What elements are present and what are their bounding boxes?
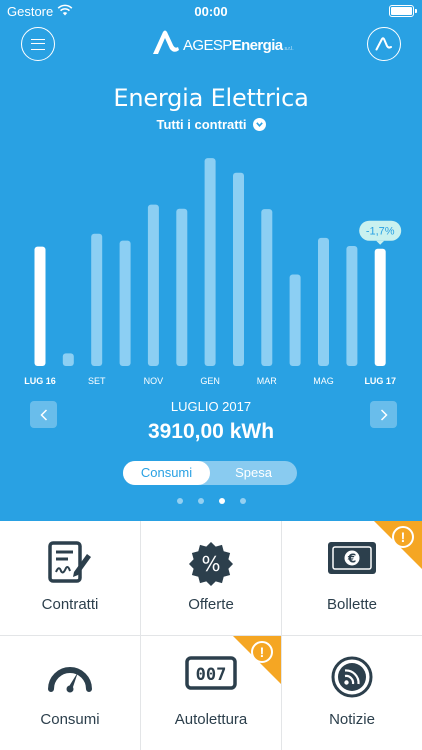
grid-divider [0,635,422,636]
percent-badge-icon: % [189,542,233,586]
status-bar: Gestore 00:00 [0,0,422,22]
page-dot[interactable] [176,498,183,504]
rss-feed-icon [331,656,373,698]
chart-bar[interactable] [176,208,188,366]
contract-selector-label: Tutti i contratti [156,117,247,132]
page-title: Energia Elettrica [113,84,309,112]
tile-consumi[interactable]: Consumi [0,636,140,750]
page-dot[interactable] [239,498,246,504]
chart-bar[interactable] [204,158,216,366]
clock: 00:00 [194,4,228,19]
brand-name-agesp: AGESP [183,37,232,54]
page-dot[interactable] [197,498,204,504]
chart-tick-label: NOV [144,376,164,386]
meter-counter-icon: 007 [185,656,237,690]
spending-tab[interactable]: Spesa [210,461,297,485]
svg-text:007: 007 [196,665,227,685]
chart-bar[interactable] [289,274,301,367]
brand-suffix: s.r.l. [284,46,294,52]
tile-label: Contratti [41,596,99,613]
chart-bar[interactable] [91,233,103,366]
change-badge-label: -1,7% [366,226,395,238]
hamburger-menu-icon [31,38,45,50]
chart-bar[interactable] [119,240,131,366]
tile-label: Consumi [40,711,100,728]
chart-bar[interactable] [374,248,386,366]
agesp-home-button[interactable] [367,27,401,61]
selected-period: LUGLIO 2017 [170,399,252,414]
chevron-down-icon [252,118,266,131]
chart-bar[interactable] [62,353,74,366]
tile-label: Notizie [329,711,375,728]
svg-text:%: % [201,552,220,576]
chart-tick-label: LUG 17 [364,376,396,386]
chart-bar[interactable] [261,209,273,366]
tile-offerte[interactable]: % Offerte [141,521,281,635]
brand-name-energia: Energia [231,37,283,54]
tile-autolettura[interactable]: 007 Autolettura ! [141,636,281,750]
chart-bar[interactable] [346,246,358,366]
tile-label: Bollette [326,596,378,613]
contract-signature-icon [48,541,91,583]
chart-tick-label: MAG [313,376,334,386]
agesp-logo-icon [375,37,392,51]
battery-icon [389,5,417,17]
chart-tick-label: LUG 16 [24,376,56,386]
brand-logo: AGESPEnergia s.r.l. [150,28,294,60]
page-indicator[interactable] [0,498,422,504]
view-toggle: Consumi Spesa [123,461,297,485]
tile-bollette[interactable]: € Bollette ! [282,521,422,635]
contract-selector[interactable]: Tutti i contratti [0,117,422,132]
chart-bar[interactable] [233,172,244,366]
chart-bar[interactable] [147,204,159,366]
speedometer-icon [48,667,92,693]
next-period-button[interactable] [370,401,397,428]
chart-bar[interactable] [318,237,329,366]
agesp-flame-icon [153,30,179,54]
monthly-consumption-chart[interactable]: LUG 16 SET NOV GEN MAR MAG LUG 17 -1,7% [0,150,422,390]
chart-tick-label: SET [88,376,106,386]
energy-summary-panel: Gestore 00:00 AGESPEnergia s.r.l. Energia… [0,0,422,521]
svg-text:€: € [347,552,356,566]
feature-grid: Contratti % Offerte € Bollette ! Consumi… [0,521,422,750]
chart-tick-label: MAR [257,376,278,386]
tile-label: Offerte [188,596,234,613]
menu-button[interactable] [21,27,55,61]
alert-icon: ! [251,641,273,663]
alert-icon: ! [392,526,414,548]
change-badge: -1,7% [359,220,402,245]
tile-contratti[interactable]: Contratti [0,521,140,635]
euro-banknote-icon: € [328,542,376,574]
chart-bar[interactable] [34,246,46,366]
chevron-right-icon [380,408,388,421]
tile-notizie[interactable]: Notizie [282,636,422,750]
page-dot[interactable] [218,498,225,504]
tile-label: Autolettura [174,711,248,728]
consumption-tab[interactable]: Consumi [123,461,210,485]
consumption-value: 3910,00 kWh [147,420,275,443]
chart-tick-label: GEN [200,376,220,386]
